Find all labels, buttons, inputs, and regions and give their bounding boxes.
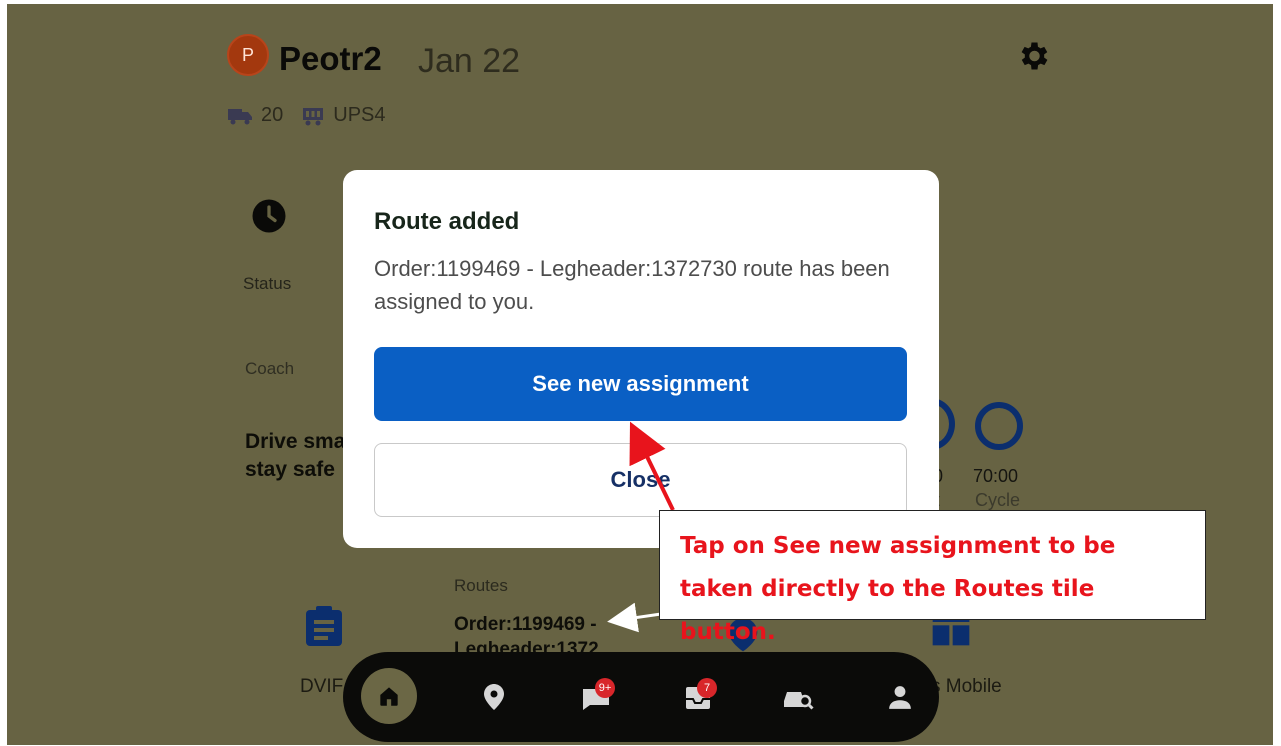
red-arrow (629, 421, 675, 511)
white-arrow (607, 602, 662, 633)
app-screen: P Peotr2 Jan 22 20 UPS4 Status Coach Dri… (7, 4, 1273, 745)
callout-line2: taken directly to the Routes tile button… (680, 576, 1095, 645)
callout-line1: Tap on See new assignment to be (680, 533, 1116, 559)
callout-text: Tap on See new assignment to be taken di… (680, 525, 1195, 654)
annotation-callout: Tap on See new assignment to be taken di… (659, 510, 1206, 645)
